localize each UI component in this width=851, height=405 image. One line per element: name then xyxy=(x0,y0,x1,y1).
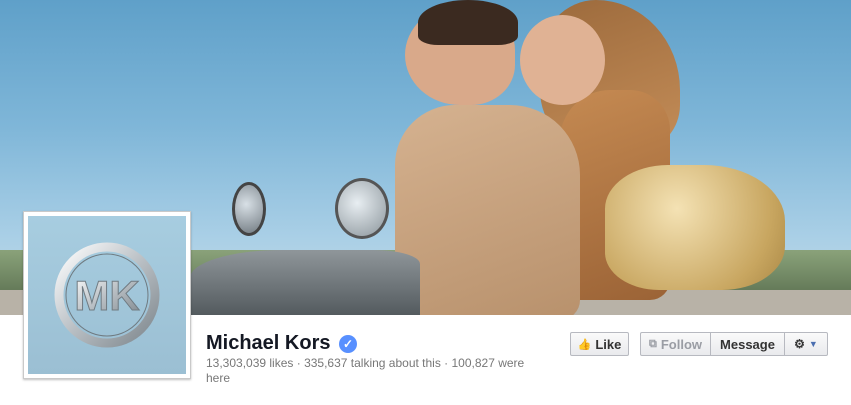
like-button-label: Like xyxy=(595,336,622,352)
verified-check-icon: ✓ xyxy=(339,335,357,353)
profile-picture: MK xyxy=(28,216,186,374)
like-button[interactable]: 👍 Like xyxy=(570,332,629,356)
profile-picture-frame[interactable]: MK xyxy=(23,211,191,379)
thumbs-up-icon: 👍 xyxy=(577,338,592,351)
mk-logo: MK xyxy=(54,242,160,348)
rss-icon: ⧉ xyxy=(648,337,657,350)
caret-down-icon: ▼ xyxy=(808,339,818,349)
page-action-group: ⧉ Follow Message ⚙ ▼ xyxy=(640,332,828,356)
gear-icon: ⚙ xyxy=(794,337,805,351)
woman-head xyxy=(520,15,605,105)
page-stats: 13,303,039 likes · 335,637 talking about… xyxy=(206,356,525,385)
follow-button[interactable]: ⧉ Follow xyxy=(641,333,711,355)
scooter-mirror-right xyxy=(335,178,389,239)
man-figure xyxy=(395,105,580,315)
scooter xyxy=(190,250,420,315)
settings-dropdown-button[interactable]: ⚙ ▼ xyxy=(785,333,827,355)
page-title[interactable]: Michael Kors xyxy=(206,332,330,355)
handbag xyxy=(605,165,785,290)
message-button[interactable]: Message xyxy=(711,333,785,355)
scooter-mirror-left xyxy=(232,182,266,236)
svg-text:MK: MK xyxy=(74,272,139,319)
message-button-label: Message xyxy=(720,336,775,352)
follow-button-label: Follow xyxy=(660,336,703,352)
man-hair xyxy=(418,0,518,45)
